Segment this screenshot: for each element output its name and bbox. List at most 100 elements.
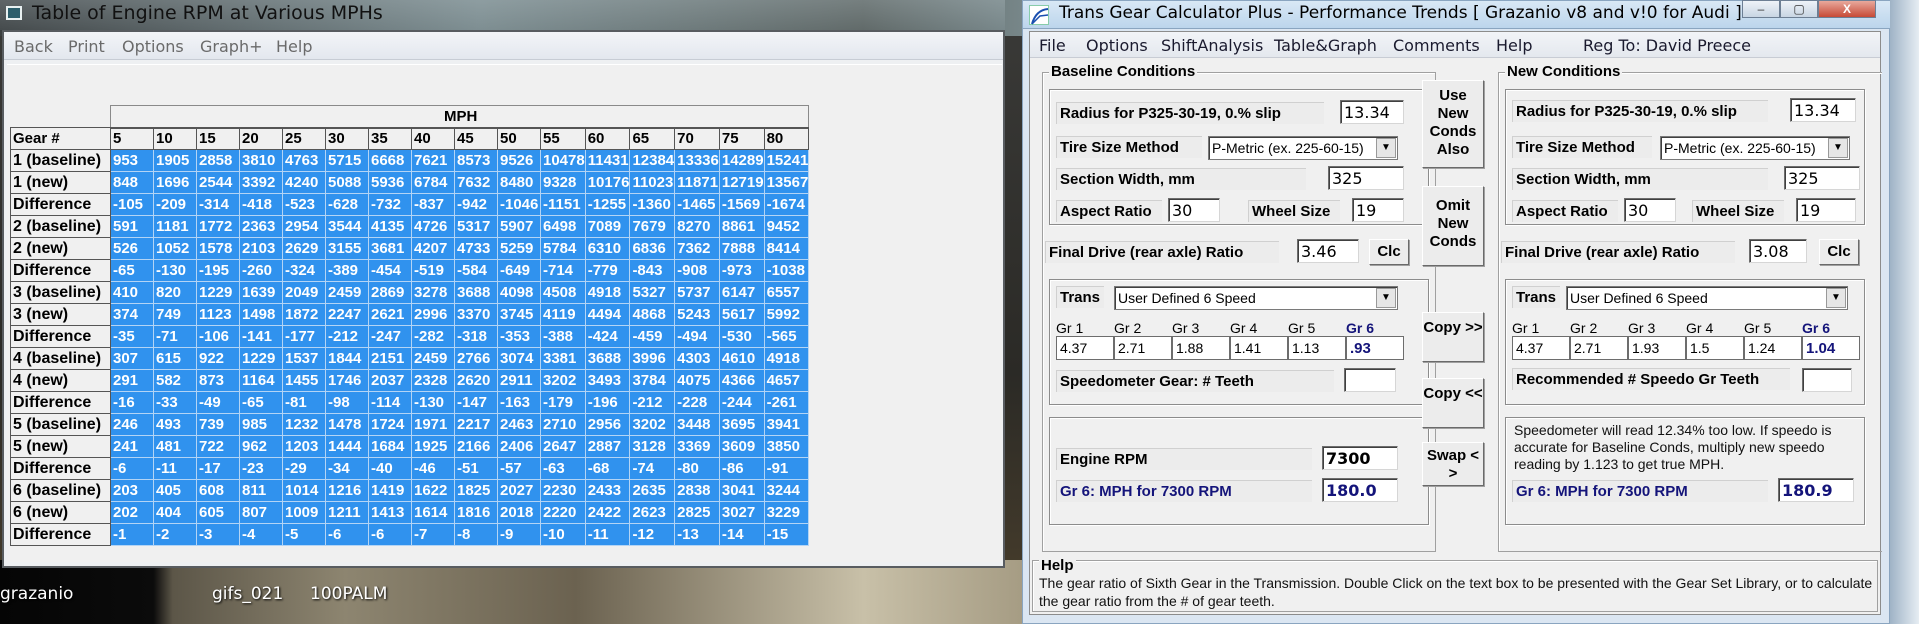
baseline-speedo-field[interactable]: [1344, 368, 1396, 392]
rpm-cell[interactable]: -65: [239, 391, 283, 414]
rpm-cell[interactable]: 4098: [497, 281, 541, 304]
rpm-cell[interactable]: 7888: [718, 237, 765, 260]
rpm-cell[interactable]: -244: [718, 391, 765, 414]
rpm-cell[interactable]: 6147: [718, 281, 765, 304]
rpm-cell[interactable]: 3688: [584, 347, 631, 370]
rpm-cell[interactable]: -565: [763, 325, 810, 348]
rpm-cell[interactable]: 2623: [629, 501, 676, 524]
rpm-cell[interactable]: 5784: [540, 237, 586, 260]
rpm-cell[interactable]: 291: [110, 369, 154, 392]
rpm-cell[interactable]: -1360: [629, 193, 676, 216]
baseline-trans-select[interactable]: User Defined 6 Speed ▼: [1114, 286, 1398, 310]
rpm-cell[interactable]: 1844: [325, 347, 369, 370]
rpm-cell[interactable]: 2049: [282, 281, 326, 304]
rpm-cell[interactable]: 3688: [454, 281, 498, 304]
rpm-cell[interactable]: 3784: [629, 369, 676, 392]
rpm-cell[interactable]: -1: [110, 523, 154, 546]
rpm-cell[interactable]: 5715: [325, 149, 369, 172]
rpm-cell[interactable]: 12384: [629, 149, 676, 172]
rpm-cell[interactable]: 1772: [196, 215, 240, 238]
baseline-section-width-field[interactable]: 325: [1328, 166, 1404, 190]
rpm-cell[interactable]: 5259: [497, 237, 541, 260]
new-speedo-field[interactable]: [1802, 368, 1852, 392]
rpm-cell[interactable]: -98: [325, 391, 369, 414]
rpm-cell[interactable]: 5907: [497, 215, 541, 238]
rpm-cell[interactable]: -8: [454, 523, 498, 546]
rpm-cell[interactable]: 873: [196, 369, 240, 392]
rpm-cell[interactable]: -228: [674, 391, 720, 414]
rpm-cell[interactable]: -15: [763, 523, 810, 546]
rpm-cell[interactable]: 4733: [454, 237, 498, 260]
rpm-cell[interactable]: 11871: [674, 171, 720, 194]
rpm-cell[interactable]: -71: [153, 325, 197, 348]
rpm-cell[interactable]: 4075: [674, 369, 720, 392]
new-clc-button[interactable]: Clc: [1819, 239, 1859, 265]
rpm-cell[interactable]: 985: [239, 413, 283, 436]
rpm-cell[interactable]: 6836: [629, 237, 676, 260]
baseline-clc-button[interactable]: Clc: [1369, 239, 1409, 265]
rpm-cell[interactable]: 3202: [540, 369, 586, 392]
rpm-cell[interactable]: 8414: [763, 237, 810, 260]
rpm-cell[interactable]: -209: [153, 193, 197, 216]
rpm-cell[interactable]: -628: [325, 193, 369, 216]
rpm-cell[interactable]: -65: [110, 259, 154, 282]
rpm-cell[interactable]: -837: [411, 193, 455, 216]
rpm-cell[interactable]: 4726: [411, 215, 455, 238]
rpm-cell[interactable]: -114: [368, 391, 412, 414]
rpm-cell[interactable]: 1211: [325, 501, 369, 524]
rpm-cell[interactable]: 3027: [718, 501, 765, 524]
menu-help[interactable]: Help: [276, 37, 312, 56]
rpm-cell[interactable]: -5: [282, 523, 326, 546]
rpm-cell[interactable]: 1052: [153, 237, 197, 260]
baseline-wheel-size-field[interactable]: 19: [1352, 198, 1404, 222]
rpm-cell[interactable]: 922: [196, 347, 240, 370]
copy-left-button[interactable]: Copy <<: [1422, 378, 1484, 428]
rpm-cell[interactable]: 2956: [584, 413, 631, 436]
rpm-cell[interactable]: -424: [584, 325, 631, 348]
chevron-down-icon[interactable]: ▼: [1828, 138, 1848, 158]
rpm-cell[interactable]: 1009: [282, 501, 326, 524]
rpm-cell[interactable]: 807: [239, 501, 283, 524]
minimize-button[interactable]: –: [1742, 0, 1780, 18]
rpm-cell[interactable]: -584: [454, 259, 498, 282]
rpm-cell[interactable]: 3278: [411, 281, 455, 304]
swap-button[interactable]: Swap < >: [1422, 442, 1484, 486]
rpm-cell[interactable]: -3: [196, 523, 240, 546]
rpm-cell[interactable]: -46: [411, 457, 455, 480]
rpm-cell[interactable]: 4303: [674, 347, 720, 370]
rpm-cell[interactable]: -494: [674, 325, 720, 348]
rpm-cell[interactable]: 2328: [411, 369, 455, 392]
rpm-cell[interactable]: 5317: [454, 215, 498, 238]
rpm-cell[interactable]: 1216: [325, 479, 369, 502]
rpm-cell[interactable]: 2027: [497, 479, 541, 502]
baseline-gear-ratio-field[interactable]: 2.71: [1114, 336, 1172, 360]
menu-shift-analysis[interactable]: ShiftAnalysis: [1161, 36, 1263, 55]
rpm-cell[interactable]: 3941: [763, 413, 810, 436]
rpm-cell[interactable]: -14: [718, 523, 765, 546]
rpm-cell[interactable]: 1825: [454, 479, 498, 502]
rpm-cell[interactable]: -34: [325, 457, 369, 480]
rpm-cell[interactable]: -530: [718, 325, 765, 348]
rpm-cell[interactable]: 1498: [239, 303, 283, 326]
rpm-cell[interactable]: 4119: [540, 303, 586, 326]
rpm-cell[interactable]: -196: [584, 391, 631, 414]
rpm-cell[interactable]: 3745: [497, 303, 541, 326]
rpm-cell[interactable]: 202: [110, 501, 154, 524]
use-new-conds-also-button[interactable]: Use New Conds Also: [1422, 80, 1484, 168]
rpm-cell[interactable]: -942: [454, 193, 498, 216]
rpm-cell[interactable]: -6: [325, 523, 369, 546]
rpm-cell[interactable]: 1578: [196, 237, 240, 260]
rpm-cell[interactable]: 1455: [282, 369, 326, 392]
rpm-cell[interactable]: -973: [718, 259, 765, 282]
rpm-cell[interactable]: 2220: [540, 501, 586, 524]
rpm-cell[interactable]: 4763: [282, 149, 326, 172]
rpm-cell[interactable]: 6498: [540, 215, 586, 238]
rpm-cell[interactable]: -523: [282, 193, 326, 216]
rpm-cell[interactable]: 2463: [497, 413, 541, 436]
rpm-cell[interactable]: -1255: [584, 193, 631, 216]
rpm-cell[interactable]: 1622: [411, 479, 455, 502]
rpm-cell[interactable]: 10176: [584, 171, 631, 194]
rpm-cell[interactable]: -459: [629, 325, 676, 348]
rpm-cell[interactable]: 2954: [282, 215, 326, 238]
rpm-cell[interactable]: 1478: [325, 413, 369, 436]
